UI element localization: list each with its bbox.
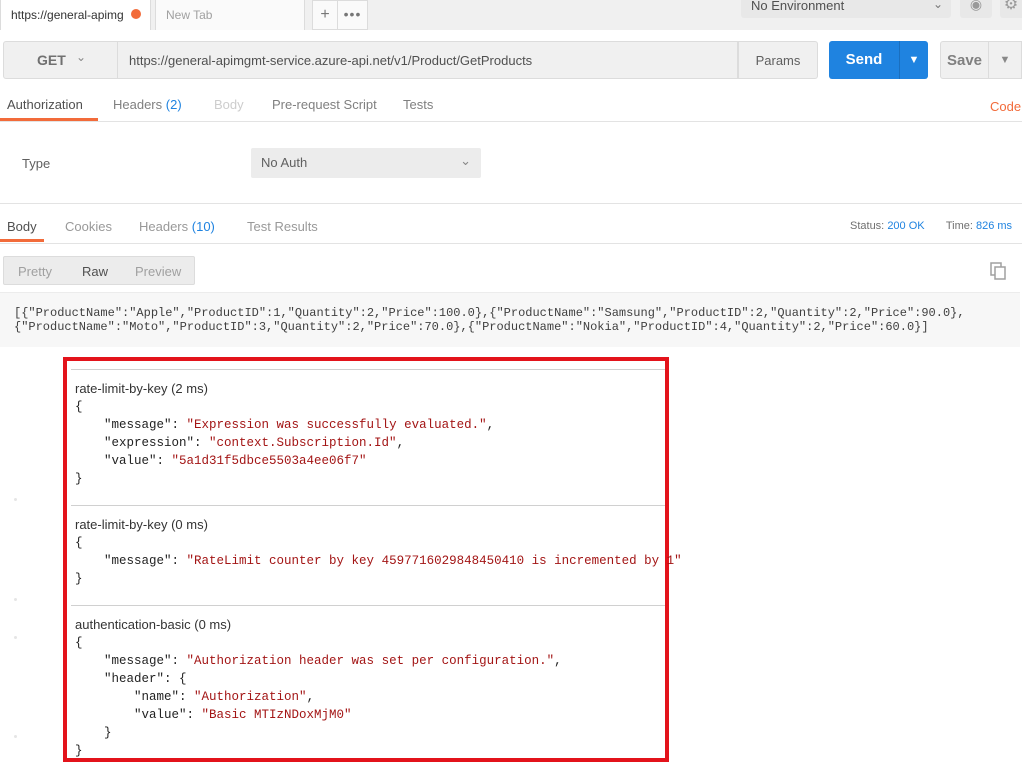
json-key: "name"	[134, 690, 180, 704]
tab-tests[interactable]: Tests	[403, 97, 433, 112]
tab-active[interactable]: https://general-apimg	[0, 0, 151, 30]
json-string: "context.Subscription.Id"	[209, 436, 397, 450]
trace-entry: rate-limit-by-key (2 ms) { "message": "E…	[71, 369, 665, 505]
params-button[interactable]: Params	[738, 41, 818, 79]
json-line: "name": "Authorization",	[134, 690, 315, 704]
tab-response-headers-label: Headers	[139, 219, 189, 234]
view-raw-button[interactable]: Raw	[82, 264, 108, 279]
method-value: GET	[37, 52, 66, 68]
json-line: "message": "RateLimit counter by key 459…	[104, 554, 682, 568]
json-brace: }	[75, 744, 83, 758]
add-tab-button[interactable]: +	[312, 0, 338, 30]
trace-entry-title: authentication-basic (0 ms)	[75, 617, 232, 632]
response-status: Status: 200 OK Time: 826 ms	[850, 220, 1012, 232]
active-tab-underline	[0, 239, 44, 242]
save-options-chevron-icon[interactable]: ▼	[989, 41, 1022, 79]
save-button[interactable]: Save	[940, 41, 989, 79]
decoration-dot	[14, 498, 17, 501]
response-body-line: {"ProductName":"Moto","ProductID":3,"Qua…	[14, 320, 929, 334]
auth-type-label: Type	[22, 156, 51, 171]
url-value: https://general-apimgmt-service.azure-ap…	[129, 53, 533, 68]
tab-headers[interactable]: Headers (2)	[113, 97, 182, 112]
tab-response-body[interactable]: Body	[7, 219, 37, 234]
divider	[0, 243, 1022, 244]
tab-response-headers[interactable]: Headers (10)	[139, 219, 215, 234]
json-string: "Authorization"	[194, 690, 307, 704]
trace-entry-title: rate-limit-by-key (0 ms)	[75, 517, 208, 532]
tab-response-headers-count: (10)	[191, 219, 215, 234]
json-brace: {	[75, 636, 83, 650]
chevron-down-icon: ⌄	[76, 50, 87, 64]
json-line: "value": "5a1d31f5dbce5503a4ee06f7"	[104, 454, 367, 468]
json-brace: }	[104, 726, 112, 740]
json-string: "Expression was successfully evaluated."	[186, 418, 487, 432]
response-body-raw: [{"ProductName":"Apple","ProductID":1,"Q…	[0, 292, 1020, 347]
eye-icon[interactable]: ◉	[960, 0, 992, 18]
code-link[interactable]: Code	[990, 99, 1021, 114]
json-brace: }	[75, 572, 83, 586]
json-string: "Authorization header was set per config…	[186, 654, 555, 668]
more-tabs-button[interactable]: •••	[338, 0, 368, 30]
view-mode-group: Pretty Raw Preview	[3, 256, 195, 285]
divider	[0, 203, 1022, 204]
chevron-down-icon: ⌄	[460, 153, 471, 168]
json-key: "message"	[104, 554, 172, 568]
response-body-line: [{"ProductName":"Apple","ProductID":1,"Q…	[14, 306, 965, 320]
json-brace: }	[75, 472, 83, 486]
environment-select-value: No Environment	[751, 0, 845, 13]
json-line: "value": "Basic MTIzNDoxMjM0"	[134, 708, 352, 722]
status-label: Status:	[850, 220, 885, 232]
divider	[0, 121, 1022, 122]
json-line: "message": "Expression was successfully …	[104, 418, 495, 432]
view-pretty-button[interactable]: Pretty	[18, 264, 52, 279]
tab-body[interactable]: Body	[214, 97, 244, 112]
tab-new[interactable]: New Tab	[155, 0, 305, 30]
json-key: "value"	[134, 708, 187, 722]
decoration-dot	[14, 598, 17, 601]
tab-headers-label: Headers	[113, 97, 163, 112]
view-preview-button[interactable]: Preview	[135, 264, 181, 279]
unsaved-dot-icon	[131, 9, 141, 19]
trace-entry: authentication-basic (0 ms) { "message":…	[71, 605, 665, 758]
status-value: 200 OK	[887, 220, 925, 232]
json-brace: {	[75, 536, 83, 550]
json-key: "expression"	[104, 436, 195, 450]
trace-highlight-frame: rate-limit-by-key (2 ms) { "message": "E…	[63, 357, 682, 762]
json-brace: {	[75, 400, 83, 414]
tab-headers-count: (2)	[165, 97, 182, 112]
json-string: "Basic MTIzNDoxMjM0"	[201, 708, 352, 722]
auth-type-select[interactable]: No Auth ⌄	[251, 148, 481, 178]
tab-authorization[interactable]: Authorization	[7, 97, 83, 112]
json-key: "message"	[104, 418, 172, 432]
send-button[interactable]: Send	[829, 41, 899, 79]
json-key: "header"	[104, 672, 165, 686]
tab-response-cookies[interactable]: Cookies	[65, 219, 112, 234]
json-line: "header": {	[104, 672, 187, 686]
tab-active-label: https://general-apimg	[11, 8, 124, 22]
decoration-dot	[14, 735, 17, 738]
tab-new-label: New Tab	[166, 8, 213, 22]
json-key: "message"	[104, 654, 172, 668]
time-label: Time:	[945, 220, 973, 232]
decoration-dot	[14, 636, 17, 639]
trace-entry: rate-limit-by-key (0 ms) { "message": "R…	[71, 505, 682, 605]
time-value: 826 ms	[975, 220, 1013, 232]
gear-icon[interactable]: ⚙	[1000, 0, 1022, 18]
tab-test-results[interactable]: Test Results	[247, 219, 318, 234]
send-options-chevron-icon[interactable]: ▼	[899, 41, 928, 79]
json-line: "message": "Authorization header was set…	[104, 654, 562, 668]
chevron-down-icon: ⌄	[932, 0, 943, 11]
json-string: "5a1d31f5dbce5503a4ee06f7"	[171, 454, 367, 468]
json-string: "RateLimit counter by key 45977160298484…	[186, 554, 682, 568]
trace-entry-title: rate-limit-by-key (2 ms)	[75, 381, 208, 396]
json-key: "value"	[104, 454, 157, 468]
environment-select[interactable]: No Environment ⌄	[741, 0, 951, 18]
tab-prerequest-script[interactable]: Pre-request Script	[272, 97, 377, 112]
copy-icon[interactable]	[990, 262, 1006, 280]
json-line: "expression": "context.Subscription.Id",	[104, 436, 405, 450]
method-select[interactable]: GET ⌄	[3, 41, 118, 79]
auth-type-value: No Auth	[261, 155, 308, 170]
url-input[interactable]: https://general-apimgmt-service.azure-ap…	[118, 41, 738, 79]
